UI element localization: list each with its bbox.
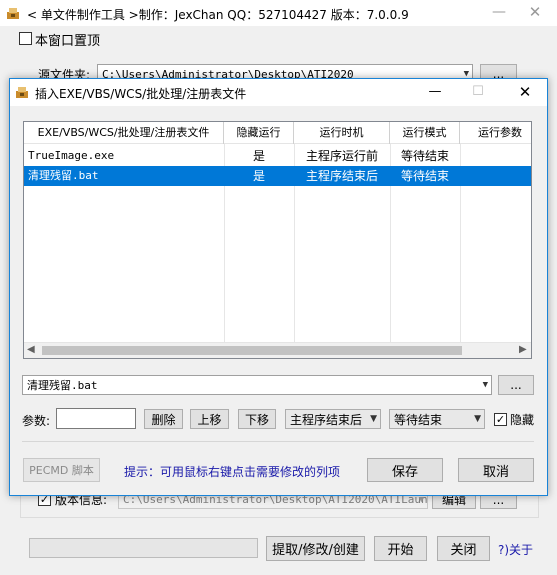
file-table[interactable]: EXE/VBS/WCS/批处理/注册表文件 隐藏运行 运行时机 运行模式 运行参… bbox=[23, 121, 532, 359]
dialog-browse-button[interactable]: ... bbox=[498, 375, 534, 395]
timing-select[interactable]: 主程序结束后 ▼ bbox=[285, 409, 381, 429]
app-icon bbox=[6, 6, 20, 20]
chevron-down-icon: ▼ bbox=[474, 414, 481, 424]
table-header: EXE/VBS/WCS/批处理/注册表文件 隐藏运行 运行时机 运行模式 运行参… bbox=[24, 122, 531, 144]
row-hidden: 是 bbox=[252, 149, 265, 163]
move-up-button[interactable]: 上移 bbox=[190, 409, 229, 429]
mode-select[interactable]: 等待结束 ▼ bbox=[389, 409, 485, 429]
table-row-selected[interactable]: 清理残留.bat 是 主程序结束后 等待结束 bbox=[24, 166, 531, 186]
topmost-label: 本窗口置顶 bbox=[35, 34, 101, 49]
insert-files-dialog: 插入EXE/VBS/WCS/批处理/注册表文件 — ☐ ✕ EXE/VBS/WC… bbox=[9, 78, 548, 496]
hidden-label: 隐藏 bbox=[510, 413, 535, 427]
about-link[interactable]: ?)关于 bbox=[498, 541, 533, 558]
pecmd-script-button: PECMD 脚本 bbox=[23, 458, 100, 482]
chevron-down-icon: ▼ bbox=[418, 494, 424, 505]
row-timing: 主程序结束后 bbox=[305, 169, 378, 183]
divider bbox=[22, 441, 534, 442]
params-label: 参数: bbox=[22, 414, 51, 428]
table-row[interactable]: TrueImage.exe 是 主程序运行前 等待结束 bbox=[24, 146, 531, 166]
minimize-icon[interactable]: — bbox=[484, 2, 514, 22]
maximize-icon: ☐ bbox=[472, 84, 484, 99]
hidden-checkbox[interactable]: ✓ bbox=[494, 413, 507, 426]
horizontal-scrollbar[interactable]: ◀ ▶ bbox=[24, 342, 531, 358]
column-header-timing[interactable]: 运行时机 bbox=[294, 122, 390, 144]
scroll-left-icon[interactable]: ◀ bbox=[27, 344, 35, 355]
row-params bbox=[460, 146, 531, 166]
dialog-title: 插入EXE/VBS/WCS/批处理/注册表文件 bbox=[35, 87, 247, 101]
row-hidden: 是 bbox=[252, 169, 265, 183]
row-file: 清理残留.bat bbox=[28, 169, 99, 182]
main-title-bar: < 单文件制作工具 >制作：JexChan QQ：527104427 版本：7.… bbox=[0, 0, 557, 26]
column-header-params[interactable]: 运行参数 bbox=[460, 122, 531, 144]
extract-modify-create-button[interactable]: 提取/修改/创建 bbox=[266, 536, 365, 561]
main-window-title: < 单文件制作工具 >制作：JexChan QQ：527104427 版本：7.… bbox=[27, 8, 409, 22]
chevron-down-icon: ▼ bbox=[370, 414, 377, 424]
cancel-button[interactable]: 取消 bbox=[458, 458, 534, 482]
column-header-file[interactable]: EXE/VBS/WCS/批处理/注册表文件 bbox=[24, 122, 224, 144]
column-header-hidden[interactable]: 隐藏运行 bbox=[224, 122, 294, 144]
row-file: TrueImage.exe bbox=[28, 149, 115, 162]
dialog-title-bar: 插入EXE/VBS/WCS/批处理/注册表文件 — ☐ ✕ bbox=[10, 79, 547, 106]
file-combo[interactable]: 清理残留.bat ▼ bbox=[22, 375, 492, 395]
save-button[interactable]: 保存 bbox=[367, 458, 443, 482]
progress-bar bbox=[29, 538, 258, 558]
start-button[interactable]: 开始 bbox=[374, 536, 427, 561]
close-icon[interactable]: ✕ bbox=[520, 2, 550, 22]
row-mode: 等待结束 bbox=[400, 169, 449, 183]
row-params bbox=[460, 166, 531, 186]
row-mode: 等待结束 bbox=[400, 149, 449, 163]
column-header-mode[interactable]: 运行模式 bbox=[390, 122, 460, 144]
dialog-app-icon bbox=[15, 85, 29, 99]
row-timing: 主程序运行前 bbox=[305, 149, 378, 163]
close-icon[interactable]: ✕ bbox=[510, 82, 540, 102]
delete-button[interactable]: 删除 bbox=[144, 409, 183, 429]
minimize-icon[interactable]: — bbox=[420, 82, 450, 102]
move-down-button[interactable]: 下移 bbox=[238, 409, 276, 429]
hint-text: 提示：可用鼠标右键点击需要修改的列项 bbox=[124, 465, 341, 479]
chevron-down-icon: ▼ bbox=[482, 380, 488, 390]
topmost-checkbox[interactable] bbox=[19, 32, 32, 45]
scrollbar-thumb[interactable] bbox=[42, 346, 462, 355]
params-input[interactable] bbox=[56, 408, 136, 429]
scroll-right-icon[interactable]: ▶ bbox=[519, 344, 527, 355]
main-close-button[interactable]: 关闭 bbox=[437, 536, 490, 561]
